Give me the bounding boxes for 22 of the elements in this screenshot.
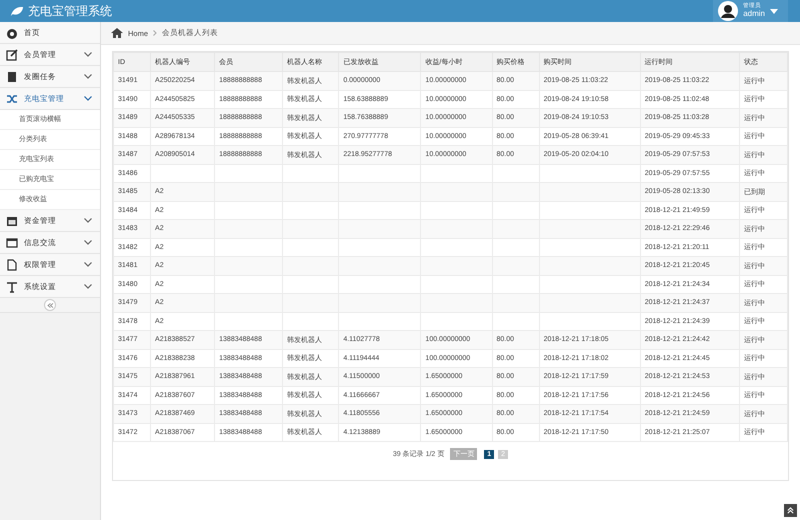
text-icon (6, 280, 18, 292)
leaf-icon (10, 6, 24, 16)
home-icon (111, 28, 123, 38)
back-to-top-button[interactable] (784, 504, 797, 517)
user-name: admin (743, 10, 765, 18)
chevron-icon (153, 30, 158, 36)
collapse-button[interactable] (44, 299, 56, 311)
chevron-icon (84, 218, 92, 223)
caret-icon (770, 8, 778, 14)
file-icon (6, 258, 18, 270)
app-title: 充电宝管理系统 (28, 2, 112, 20)
chevron-icon (84, 284, 92, 289)
shuffle-icon (6, 92, 18, 104)
window-icon (6, 236, 18, 248)
edit-icon (6, 48, 18, 60)
chevron-icon (84, 52, 92, 57)
double-chevron-up-icon (787, 507, 794, 514)
chevron-icon (84, 240, 92, 245)
double-chevron-icon (46, 302, 54, 308)
chevron-icon (84, 96, 92, 101)
chevron-icon (84, 74, 92, 79)
chevron-icon (84, 262, 92, 267)
